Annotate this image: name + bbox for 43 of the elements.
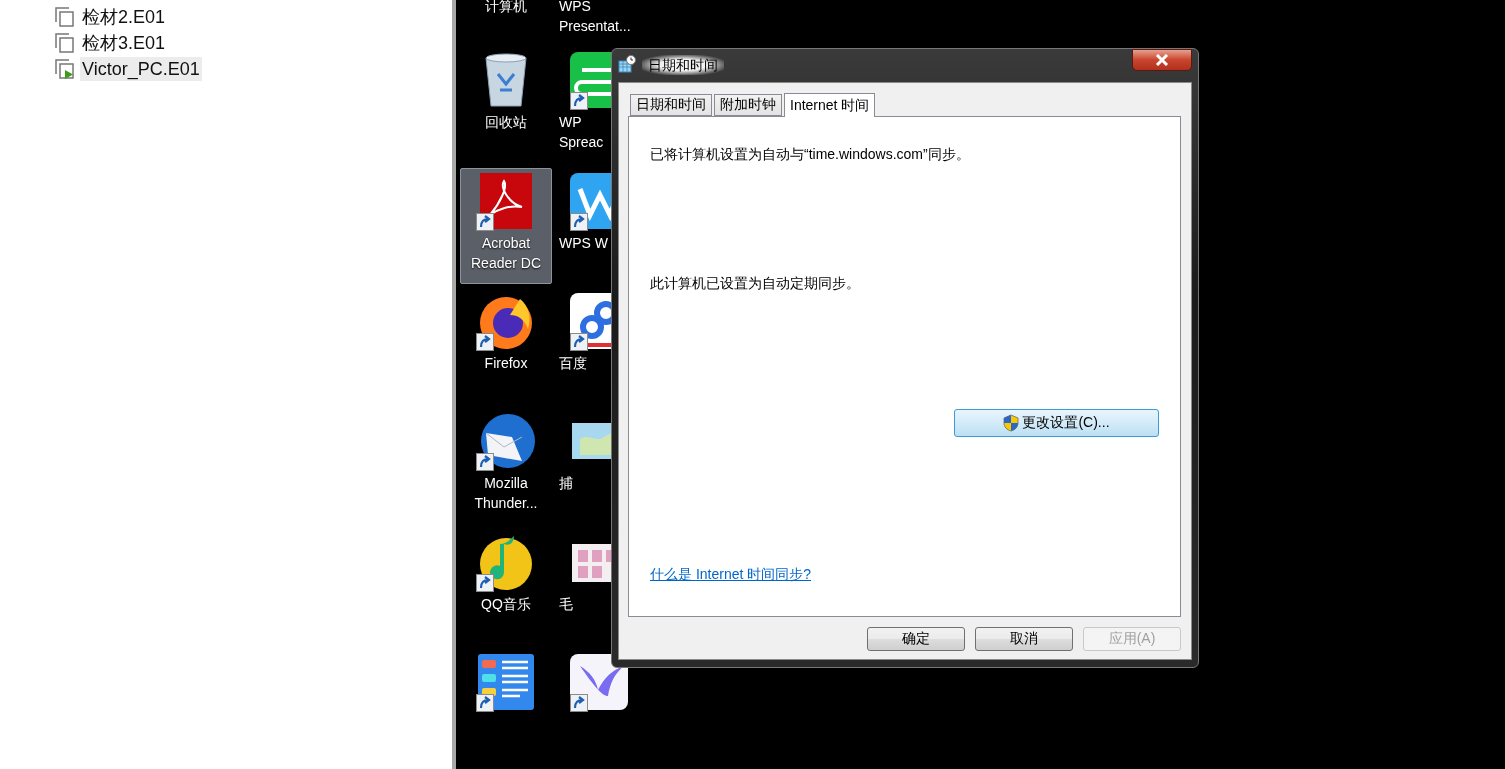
tree-item[interactable]: 检材3.E01 <box>80 31 168 55</box>
change-settings-button[interactable]: 更改设置(C)... <box>954 409 1159 437</box>
shortcut-arrow-icon <box>476 333 494 351</box>
desktop-icon-label[interactable]: WPS Presentat... <box>555 0 631 36</box>
shortcut-arrow-icon <box>476 573 494 592</box>
desktop-icon-label[interactable]: WPS W <box>555 232 608 253</box>
desktop-icon-tile[interactable]: Acrobat Reader DC <box>460 167 552 284</box>
shortcut-arrow-icon <box>476 693 494 712</box>
desktop-icon-label[interactable]: WP Spreac <box>555 112 604 153</box>
desktop-icon-label[interactable]: 百度 <box>555 353 587 373</box>
calendar-clock-icon <box>618 55 636 73</box>
tab[interactable]: 附加时钟 <box>714 94 782 116</box>
tree-item[interactable]: Victor_PC.E01 <box>80 57 202 81</box>
window-title: 日期和时间 <box>642 55 724 75</box>
shortcut-arrow-icon <box>570 92 588 111</box>
shortcut-arrow-icon <box>570 333 588 351</box>
desktop-icon-label[interactable]: 回收站 <box>485 112 527 133</box>
dialog-button[interactable]: 确定 <box>867 627 965 651</box>
desktop-icon-label[interactable]: 毛 <box>555 593 573 614</box>
desktop-icon-label[interactable]: 计算机 <box>485 0 527 16</box>
desktop-icon-label[interactable]: QQ音乐 <box>481 593 531 614</box>
desktop-icon-label[interactable]: 捕 <box>555 473 573 494</box>
sync-status-text: 已将计算机设置为自动与“time.windows.com”同步。 <box>650 145 971 164</box>
tree-item[interactable]: 检材2.E01 <box>80 5 168 29</box>
shortcut-arrow-icon <box>476 453 494 472</box>
desktop-icon-tile[interactable]: 回收站 <box>460 47 552 164</box>
sync-note-text: 此计算机已设置为自动定期同步。 <box>650 274 861 293</box>
desktop-icon-label[interactable]: Mozilla Thunder... <box>474 473 538 514</box>
desktop-icon-tile[interactable]: QQ音乐 <box>460 528 552 645</box>
help-link[interactable]: 什么是 Internet 时间同步? <box>650 564 812 584</box>
desktop-icon-label[interactable]: Acrobat Reader DC <box>471 232 541 273</box>
desktop-icon-tile[interactable]: Mozilla Thunder... <box>460 408 552 525</box>
tab[interactable]: 日期和时间 <box>630 94 712 116</box>
close-button[interactable] <box>1132 49 1192 71</box>
shield-icon <box>1003 414 1020 432</box>
shortcut-arrow-icon <box>476 212 494 231</box>
desktop-icon-label[interactable]: Firefox <box>484 353 528 373</box>
tab[interactable]: Internet 时间 <box>784 93 876 117</box>
close-icon <box>1155 54 1169 66</box>
shortcut-arrow-icon <box>570 693 588 712</box>
shortcut-arrow-icon <box>570 212 588 231</box>
dialog-button[interactable]: 取消 <box>975 627 1073 651</box>
desktop-icon-tile[interactable]: Firefox <box>460 288 552 405</box>
